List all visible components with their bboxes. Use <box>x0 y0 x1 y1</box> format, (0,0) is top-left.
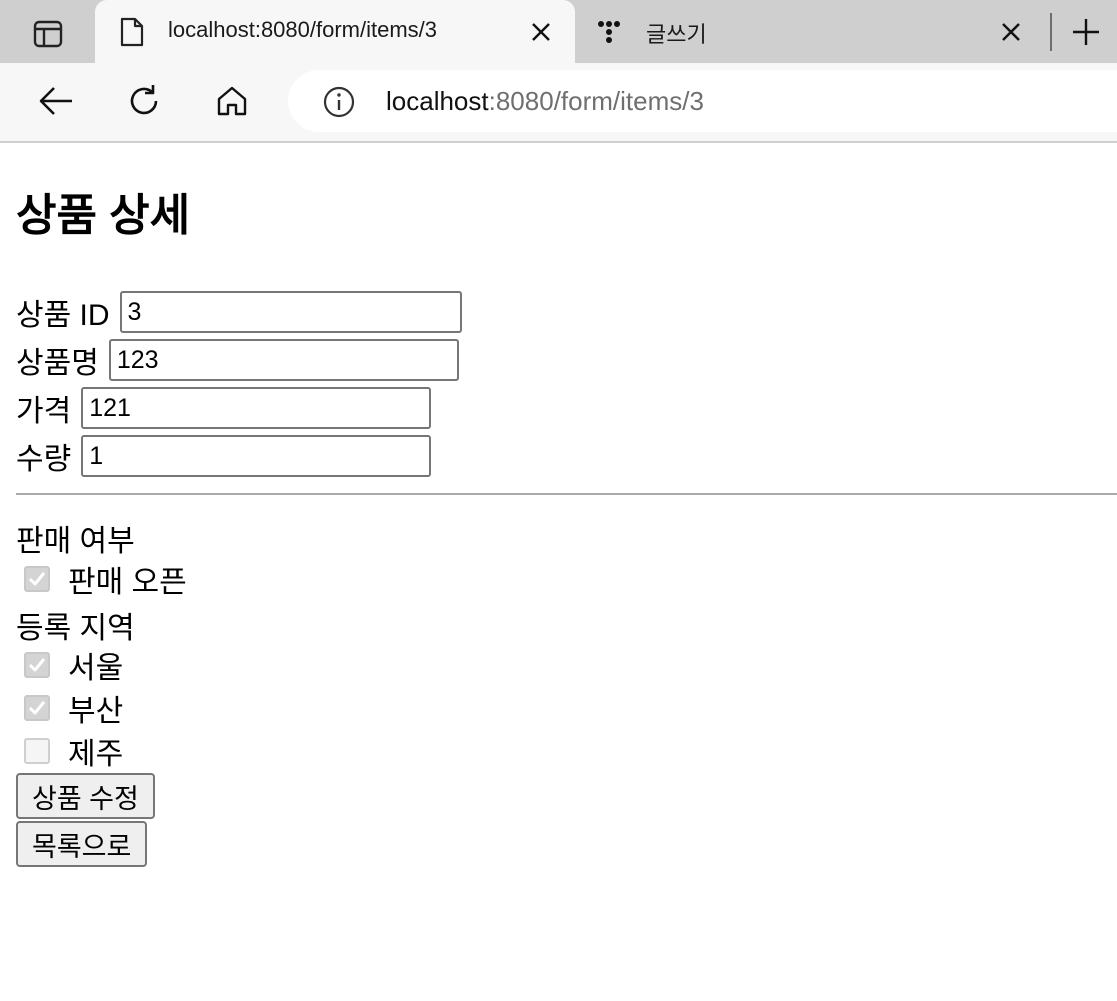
edit-item-button[interactable]: 상품 수정 <box>16 773 155 819</box>
browser-toolbar: localhost:8080/form/items/3 <box>0 63 1117 143</box>
field-label-quantity: 수량 <box>16 443 72 476</box>
sale-section-label: 판매 여부 <box>16 525 135 558</box>
checkbox-label-seoul: 서울 <box>68 652 124 685</box>
tab-inactive[interactable]: 글쓰기 <box>580 0 1045 63</box>
close-tab-button[interactable] <box>527 18 555 46</box>
tab-separator <box>1050 13 1052 51</box>
open-checkbox[interactable] <box>24 566 50 592</box>
home-button[interactable] <box>212 81 252 121</box>
close-tab-button[interactable] <box>997 18 1025 46</box>
tab-active[interactable]: localhost:8080/form/items/3 <box>95 0 575 63</box>
quantity-input[interactable] <box>81 435 432 477</box>
field-label-name: 상품명 <box>16 347 99 380</box>
busan-checkbox[interactable] <box>24 695 50 721</box>
section-divider <box>16 493 1117 495</box>
field-row-name: 상품명 <box>16 338 459 382</box>
tab-strip: localhost:8080/form/items/3 글쓰기 <box>0 0 1117 63</box>
address-bar[interactable]: localhost:8080/form/items/3 <box>288 70 1117 132</box>
checkbox-row-seoul[interactable]: 서울 <box>24 645 123 685</box>
tab-title: 글쓰기 <box>646 22 707 47</box>
check-icon <box>28 701 46 715</box>
checkbox-label-busan: 부산 <box>68 695 124 728</box>
back-to-list-button[interactable]: 목록으로 <box>16 821 148 867</box>
checkbox-row-jeju[interactable]: 제주 <box>24 731 123 771</box>
field-row-quantity: 수량 <box>16 434 432 478</box>
info-icon[interactable] <box>322 85 356 119</box>
document-icon <box>117 16 147 48</box>
checkbox-row-busan[interactable]: 부산 <box>24 688 123 728</box>
check-icon <box>28 572 46 586</box>
item-name-input[interactable] <box>108 339 459 381</box>
jeju-checkbox[interactable] <box>24 738 50 764</box>
close-icon <box>1002 23 1020 41</box>
url-path: :8080/form/items/3 <box>488 86 704 116</box>
region-section-label: 등록 지역 <box>16 612 135 645</box>
price-input[interactable] <box>81 387 432 429</box>
field-row-id: 상품 ID <box>16 290 462 334</box>
back-arrow-icon <box>39 87 72 115</box>
reload-icon <box>130 85 158 115</box>
tab-actions-icon <box>33 20 63 48</box>
url-text[interactable]: localhost:8080/form/items/3 <box>386 86 704 117</box>
checkbox-label-open: 판매 오픈 <box>68 566 187 599</box>
page-title: 상품 상세 <box>16 191 191 240</box>
item-id-input[interactable] <box>119 291 462 333</box>
close-icon <box>532 23 550 41</box>
tab-title: localhost:8080/form/items/3 <box>168 17 438 42</box>
reload-button[interactable] <box>124 81 164 121</box>
new-tab-button[interactable] <box>1068 14 1104 50</box>
tistory-icon <box>594 16 624 48</box>
seoul-checkbox[interactable] <box>24 652 50 678</box>
checkbox-row-open[interactable]: 판매 오픈 <box>24 559 187 599</box>
field-label-id: 상품 ID <box>16 299 110 332</box>
checkbox-label-jeju: 제주 <box>68 738 124 771</box>
check-icon <box>28 658 46 672</box>
home-icon <box>217 86 247 116</box>
back-button[interactable] <box>36 81 76 121</box>
plus-icon <box>1073 19 1099 45</box>
url-host: localhost <box>386 86 489 116</box>
field-row-price: 가격 <box>16 386 432 430</box>
field-label-price: 가격 <box>16 395 72 428</box>
tab-actions-button[interactable] <box>20 14 76 54</box>
